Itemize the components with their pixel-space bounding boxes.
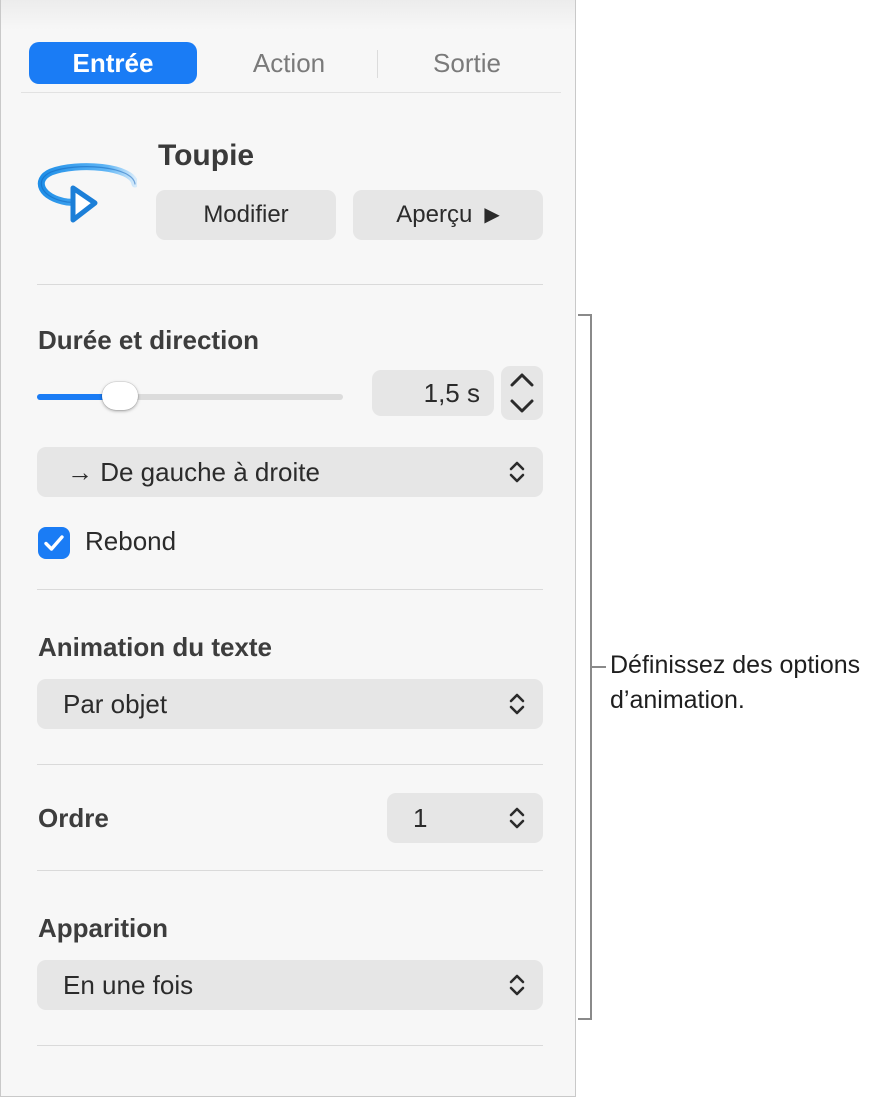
spin-arrow-icon (37, 163, 137, 223)
appearance-select[interactable]: En une fois (37, 960, 543, 1010)
direction-select[interactable]: → De gauche à droite (37, 447, 543, 497)
modify-button[interactable]: Modifier (156, 190, 336, 240)
text-animation-select[interactable]: Par objet (37, 679, 543, 729)
tab-bar: Entrée Action Sortie (21, 38, 561, 93)
updown-chevron-icon (509, 974, 525, 996)
duration-slider-thumb[interactable] (101, 382, 138, 410)
preview-button[interactable]: Aperçu ▶ (353, 190, 543, 240)
callout-bracket-tick (592, 666, 606, 668)
callout-bracket (578, 314, 592, 1020)
chevron-down-icon (510, 399, 534, 413)
updown-chevron-icon (509, 693, 525, 715)
duration-stepper[interactable] (501, 366, 543, 420)
divider (37, 764, 543, 765)
order-label: Ordre (38, 803, 109, 833)
order-select-value: 1 (413, 803, 428, 833)
order-select[interactable]: 1 (387, 793, 543, 843)
tab-entree[interactable]: Entrée (29, 42, 197, 84)
effect-title: Toupie (158, 139, 255, 172)
stepper-up-button[interactable] (501, 366, 543, 393)
appearance-select-value: En une fois (63, 970, 194, 1000)
duration-slider[interactable] (37, 382, 343, 410)
duration-value-field[interactable]: 1,5 s (372, 370, 494, 416)
play-icon: ▶ (484, 204, 500, 226)
text-animation-select-value: Par objet (63, 689, 168, 719)
updown-chevron-icon (509, 461, 525, 483)
divider (37, 284, 543, 285)
preview-button-label: Aperçu (396, 201, 473, 228)
updown-chevron-icon (509, 807, 525, 829)
direction-select-value: → De gauche à droite (67, 457, 320, 487)
chevron-up-icon (510, 373, 534, 387)
stepper-down-button[interactable] (501, 393, 543, 420)
text-animation-section-title: Animation du texte (38, 632, 273, 662)
bounce-checkbox[interactable] (38, 527, 70, 559)
tab-action[interactable]: Action (199, 42, 379, 84)
divider (37, 589, 543, 590)
tab-sortie[interactable]: Sortie (379, 42, 555, 84)
bounce-label: Rebond (85, 526, 177, 556)
animation-inspector-panel: Entrée Action Sortie Toupie Modifier Ape… (0, 0, 576, 1097)
tab-separator (377, 50, 378, 78)
appearance-section-title: Apparition (38, 913, 168, 943)
modify-button-label: Modifier (203, 201, 289, 228)
duration-section-title: Durée et direction (38, 325, 260, 355)
checkmark-icon (44, 535, 64, 551)
callout-text: Définissez des options d’animation. (610, 651, 861, 714)
divider (37, 1045, 543, 1046)
panel-top-fade (1, 0, 575, 30)
divider (37, 870, 543, 871)
